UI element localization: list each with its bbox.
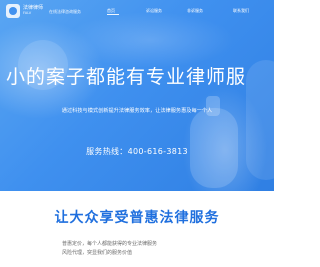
nav-active-indicator (107, 14, 119, 15)
brand-slogan: 在线法律咨询服务 (49, 9, 82, 14)
section-title: 让大众享受普惠法律服务 (54, 210, 220, 226)
hero-subline: 通过科技与模式创新提升法律服务效率，让法律服务惠及每一个人 (61, 108, 213, 114)
feature-item: 普惠定价，每个人都能获得的专业法律服务 (62, 241, 158, 247)
nav-item-contact[interactable]: 联系我们 (233, 8, 249, 14)
nav-item-non-litigation[interactable]: 非诉服务 (187, 8, 203, 14)
feature-item: 风险代理，突显我们的服务价值 (62, 250, 133, 256)
brand-logo[interactable]: 法律律师 FALV 在线法律咨询服务 (6, 4, 81, 18)
logo-text: 法律律师 FALV (23, 6, 43, 16)
nav-item-litigation[interactable]: 诉讼服务 (146, 8, 162, 14)
hero-headline: 小的案子都能有专业律师服 (6, 66, 247, 88)
top-nav: 法律律师 FALV 在线法律咨询服务 首页 诉讼服务 非诉服务 联系我们 (0, 0, 274, 24)
feature-list: 普惠定价，每个人都能获得的专业法律服务 风险代理，突显我们的服务价值 (62, 240, 157, 258)
logo-subtitle: FALV (23, 11, 32, 16)
logo-icon (6, 4, 20, 18)
service-hotline[interactable]: 服务热线：400-616-3813 (0, 146, 274, 157)
hero-banner: 法律律师 FALV 在线法律咨询服务 首页 诉讼服务 非诉服务 联系我们 小的案… (0, 0, 274, 191)
